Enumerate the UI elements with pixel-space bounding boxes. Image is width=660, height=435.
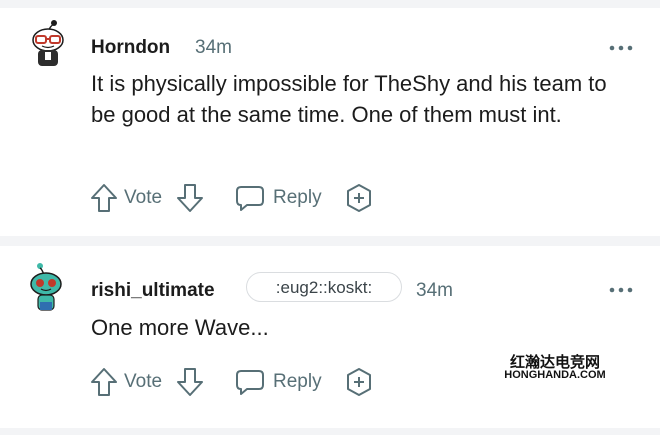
comment-divider: [0, 236, 660, 246]
downvote-button[interactable]: [176, 180, 208, 216]
snoo-avatar-green-icon[interactable]: [22, 262, 74, 314]
divider-bottom: [0, 428, 660, 435]
divider-top: [0, 0, 660, 8]
vote-count-label: Vote: [124, 371, 163, 392]
comment-body: One more Wave...: [91, 315, 269, 340]
more-options-icon[interactable]: [608, 40, 634, 51]
upvote-button[interactable]: [90, 180, 122, 216]
comment-timestamp: 34m: [195, 37, 232, 58]
downvote-arrow-icon: [177, 184, 203, 212]
comment-actions: Vote Reply: [90, 364, 390, 400]
comment-actions: Vote Reply: [90, 180, 390, 216]
downvote-arrow-icon: [177, 368, 203, 396]
downvote-button[interactable]: [176, 364, 208, 400]
comment-timestamp: 34m: [416, 280, 453, 301]
comment-username[interactable]: rishi_ultimate: [91, 280, 215, 302]
reply-button[interactable]: Reply: [235, 180, 350, 216]
upvote-arrow-icon: [91, 184, 117, 212]
award-plus-icon: [347, 184, 371, 212]
comment-username[interactable]: Horndon: [91, 37, 170, 59]
vote-count-label: Vote: [124, 187, 163, 208]
award-plus-icon: [347, 368, 371, 396]
comment-body: It is physically impossible for TheShy a…: [91, 71, 607, 127]
snoo-avatar-glasses-icon[interactable]: [22, 18, 74, 70]
watermark-domain: HONGHANDA.COM: [503, 369, 607, 381]
speech-bubble-icon: [236, 370, 264, 395]
reply-label: Reply: [273, 371, 322, 392]
speech-bubble-icon: [236, 186, 264, 211]
upvote-arrow-icon: [91, 368, 117, 396]
more-options-icon[interactable]: [608, 282, 634, 293]
user-flair: :eug2::koskt:: [246, 272, 402, 302]
comment-1: Horndon 34m It is physically impossible …: [0, 8, 660, 236]
award-button[interactable]: [344, 180, 374, 216]
reply-button[interactable]: Reply: [235, 364, 350, 400]
comment-2: rishi_ultimate :eug2::koskt: 34m One mor…: [0, 246, 660, 428]
reply-label: Reply: [273, 187, 322, 208]
award-button[interactable]: [344, 364, 374, 400]
upvote-button[interactable]: [90, 364, 122, 400]
watermark: 红瀚达电竞网 HONGHANDA.COM: [503, 351, 607, 383]
